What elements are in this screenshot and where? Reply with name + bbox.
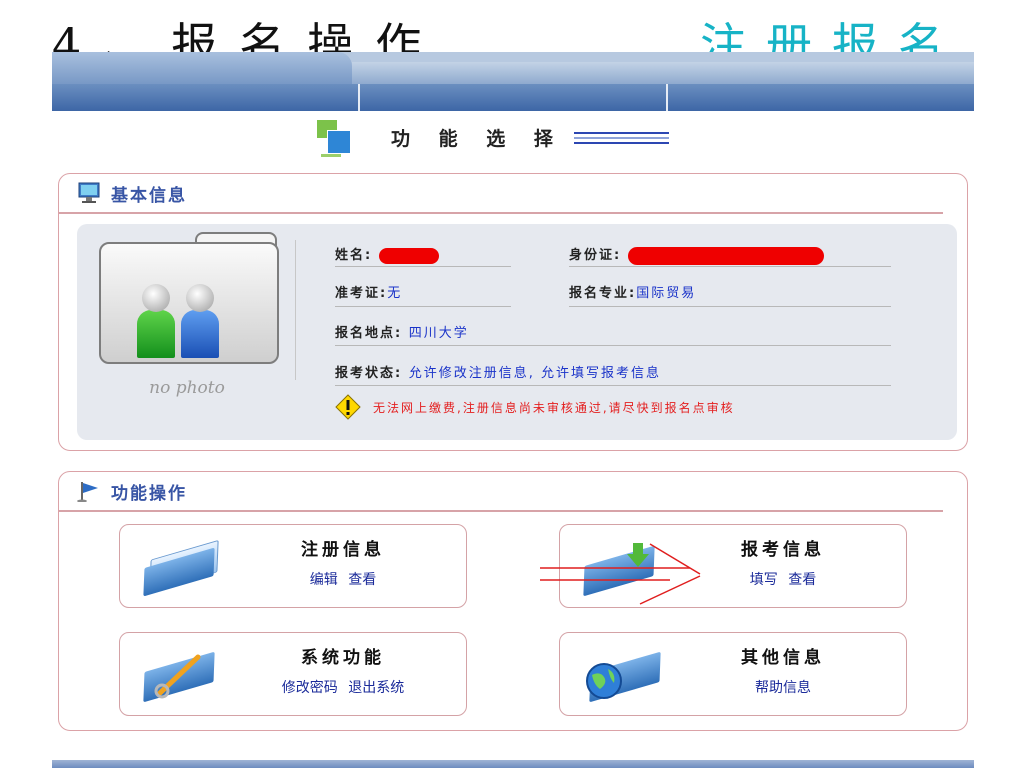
operations-section: 功能操作 注册信息 编辑 查看 报考信息 填写 查看 系统功能 修改密码 退出系… bbox=[58, 471, 968, 731]
view-link[interactable]: 查看 bbox=[788, 572, 816, 588]
nav-cell[interactable] bbox=[360, 84, 668, 111]
nav-cell[interactable] bbox=[52, 84, 360, 111]
logout-link[interactable]: 退出系统 bbox=[348, 680, 404, 696]
edit-link[interactable]: 编辑 bbox=[310, 572, 338, 588]
slide-title-right: 注册报名程序 bbox=[700, 22, 964, 56]
flag-icon bbox=[77, 482, 98, 502]
user-icon bbox=[137, 284, 175, 358]
basic-info-section: 基本信息 no photo 姓名: 身份证: 准考证:无 报名专业:国际贸易 报… bbox=[58, 173, 968, 451]
slide-title: 4、报名操作 bbox=[52, 22, 444, 52]
folder-icon bbox=[99, 242, 279, 364]
system-functions-button[interactable]: 系统功能 修改密码 退出系统 bbox=[119, 632, 467, 716]
footer-bar bbox=[52, 760, 974, 768]
page-title: 功 能 选 择 bbox=[391, 127, 564, 150]
exam-info-button[interactable]: 报考信息 填写 查看 bbox=[559, 524, 907, 608]
id-field: 身份证: bbox=[569, 244, 824, 265]
help-link[interactable]: 帮助信息 bbox=[755, 680, 811, 696]
exam-no-field: 准考证:无 bbox=[335, 286, 403, 301]
photo-placeholder: no photo bbox=[99, 232, 279, 402]
decorative-lines bbox=[573, 132, 669, 146]
button-title: 系统功能 bbox=[301, 648, 385, 668]
view-link[interactable]: 查看 bbox=[348, 572, 376, 588]
other-info-button[interactable]: 其他信息 帮助信息 bbox=[559, 632, 907, 716]
no-photo-label: no photo bbox=[149, 378, 225, 398]
section-title: 基本信息 bbox=[111, 186, 187, 206]
header-band bbox=[52, 52, 974, 86]
major-field: 报名专业:国际贸易 bbox=[569, 286, 697, 301]
name-field: 姓名: bbox=[335, 244, 439, 264]
user-icon bbox=[181, 284, 219, 358]
app-logo-icon bbox=[317, 120, 351, 157]
globe-folder-icon bbox=[578, 643, 668, 705]
fill-link[interactable]: 填写 bbox=[750, 572, 778, 588]
section-header: 功能操作 bbox=[59, 472, 943, 512]
header-tab bbox=[52, 52, 352, 86]
redaction-mark bbox=[378, 247, 439, 264]
warning-message: 无法网上缴费,注册信息尚未审核通过,请尽快到报名点审核 bbox=[373, 401, 735, 415]
section-header: 基本信息 bbox=[59, 174, 943, 214]
section-title: 功能操作 bbox=[111, 484, 187, 504]
wrench-icon bbox=[154, 654, 201, 699]
function-select-header: 功 能 选 择 bbox=[317, 117, 669, 157]
download-folder-icon bbox=[578, 535, 668, 597]
warning-icon bbox=[335, 394, 361, 420]
download-arrow-icon bbox=[627, 543, 649, 567]
redaction-mark bbox=[627, 246, 824, 265]
main-panel: 功 能 选 择 基本信息 no photo 姓名: 身份证: 准考证:无 报名专… bbox=[52, 111, 974, 759]
monitor-icon bbox=[78, 182, 100, 203]
button-title: 注册信息 bbox=[301, 540, 385, 560]
status-field: 报考状态: 允许修改注册信息, 允许填写报考信息 bbox=[335, 366, 661, 381]
button-title: 报考信息 bbox=[741, 540, 825, 560]
register-info-button[interactable]: 注册信息 编辑 查看 bbox=[119, 524, 467, 608]
nav-bar bbox=[52, 84, 974, 111]
documents-icon bbox=[138, 535, 228, 597]
tools-folder-icon bbox=[138, 643, 228, 705]
location-field: 报名地点: 四川大学 bbox=[335, 326, 469, 341]
nav-cell[interactable] bbox=[668, 84, 974, 111]
button-title: 其他信息 bbox=[741, 648, 825, 668]
globe-icon bbox=[586, 663, 622, 699]
student-info-card: no photo 姓名: 身份证: 准考证:无 报名专业:国际贸易 报名地点: … bbox=[77, 224, 957, 440]
change-password-link[interactable]: 修改密码 bbox=[282, 680, 338, 696]
